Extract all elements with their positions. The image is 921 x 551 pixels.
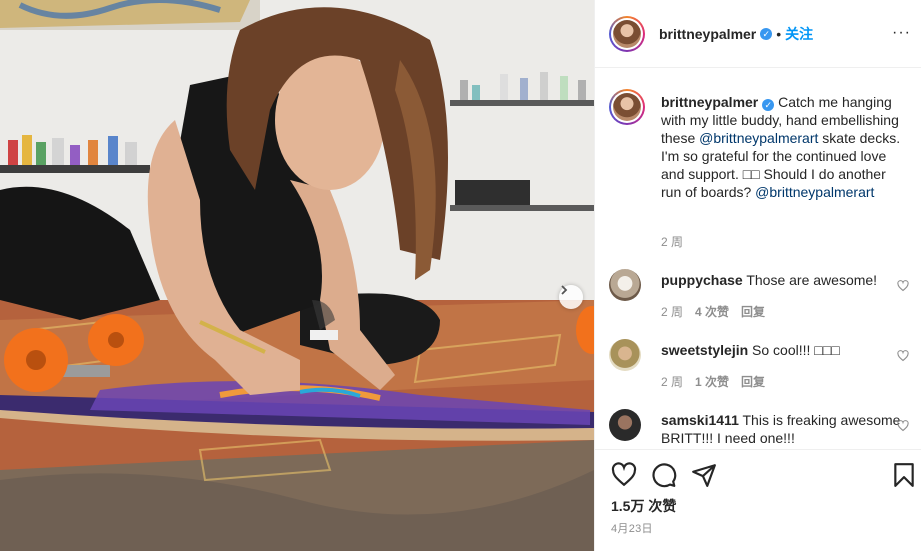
comment-avatar[interactable] bbox=[609, 269, 641, 301]
next-photo-button[interactable] bbox=[559, 285, 583, 309]
heart-icon[interactable] bbox=[897, 420, 909, 432]
header-user: brittneypalmer ✓ • 关注 bbox=[659, 24, 813, 44]
photo-illustration bbox=[0, 0, 594, 551]
heart-icon[interactable] bbox=[897, 350, 909, 362]
action-bar: 1.5万 次赞 4月23日 bbox=[595, 449, 921, 551]
comment-meta: 2 周 1 次赞 回复 bbox=[661, 373, 765, 390]
comment-time[interactable]: 2 周 bbox=[661, 373, 683, 390]
mention-link[interactable]: @brittneypalmerart bbox=[755, 184, 874, 200]
separator-dot: • bbox=[776, 25, 782, 42]
follow-button[interactable]: 关注 bbox=[785, 24, 813, 44]
comment-text: So cool!!! □□□ bbox=[752, 342, 840, 358]
comment-icon[interactable] bbox=[651, 462, 677, 488]
caption-text: brittneypalmer ✓ Catch me hanging with my… bbox=[661, 94, 901, 200]
avatar[interactable] bbox=[609, 15, 645, 52]
verified-badge-icon: ✓ bbox=[762, 99, 775, 111]
post-date: 4月23日 bbox=[611, 523, 653, 535]
comment-username[interactable]: samski1411 bbox=[661, 412, 739, 428]
comment-username[interactable]: sweetstylejin bbox=[661, 342, 748, 358]
more-icon[interactable]: ··· bbox=[892, 24, 911, 42]
reply-button[interactable]: 回复 bbox=[741, 373, 765, 390]
verified-badge-icon: ✓ bbox=[760, 27, 773, 40]
chevron-right-icon bbox=[561, 285, 568, 295]
caption-username[interactable]: brittneypalmer bbox=[661, 94, 758, 110]
post-header: brittneypalmer ✓ • 关注 ··· bbox=[595, 0, 921, 68]
post-side-panel: brittneypalmer ✓ • 关注 ··· brittneypalmer… bbox=[594, 0, 921, 551]
header-username[interactable]: brittneypalmer bbox=[659, 26, 756, 42]
mention-link[interactable]: @brittneypalmerart bbox=[699, 130, 818, 146]
caption-avatar[interactable] bbox=[609, 89, 645, 125]
heart-icon[interactable] bbox=[611, 462, 637, 488]
comments-list[interactable]: brittneypalmer ✓ Catch me hanging with my… bbox=[595, 69, 921, 448]
heart-icon[interactable] bbox=[897, 280, 909, 292]
comment-avatar[interactable] bbox=[609, 409, 641, 441]
bookmark-icon[interactable] bbox=[891, 462, 917, 488]
comment-username[interactable]: puppychase bbox=[661, 272, 743, 288]
post-photo[interactable] bbox=[0, 0, 594, 551]
comment-avatar[interactable] bbox=[609, 339, 641, 371]
share-icon[interactable] bbox=[691, 462, 717, 488]
comment-time[interactable]: 2 周 bbox=[661, 303, 683, 320]
comment-likes[interactable]: 1 次赞 bbox=[695, 373, 729, 390]
comment-text: Those are awesome! bbox=[746, 272, 878, 288]
reply-button[interactable]: 回复 bbox=[741, 303, 765, 320]
caption-time[interactable]: 2 周 bbox=[661, 233, 683, 250]
caption-meta: 2 周 bbox=[661, 233, 683, 250]
comment-meta: 2 周 4 次赞 回复 bbox=[661, 303, 765, 320]
likes-count[interactable]: 1.5万 次赞 bbox=[611, 496, 676, 516]
comment-likes[interactable]: 4 次赞 bbox=[695, 303, 729, 320]
